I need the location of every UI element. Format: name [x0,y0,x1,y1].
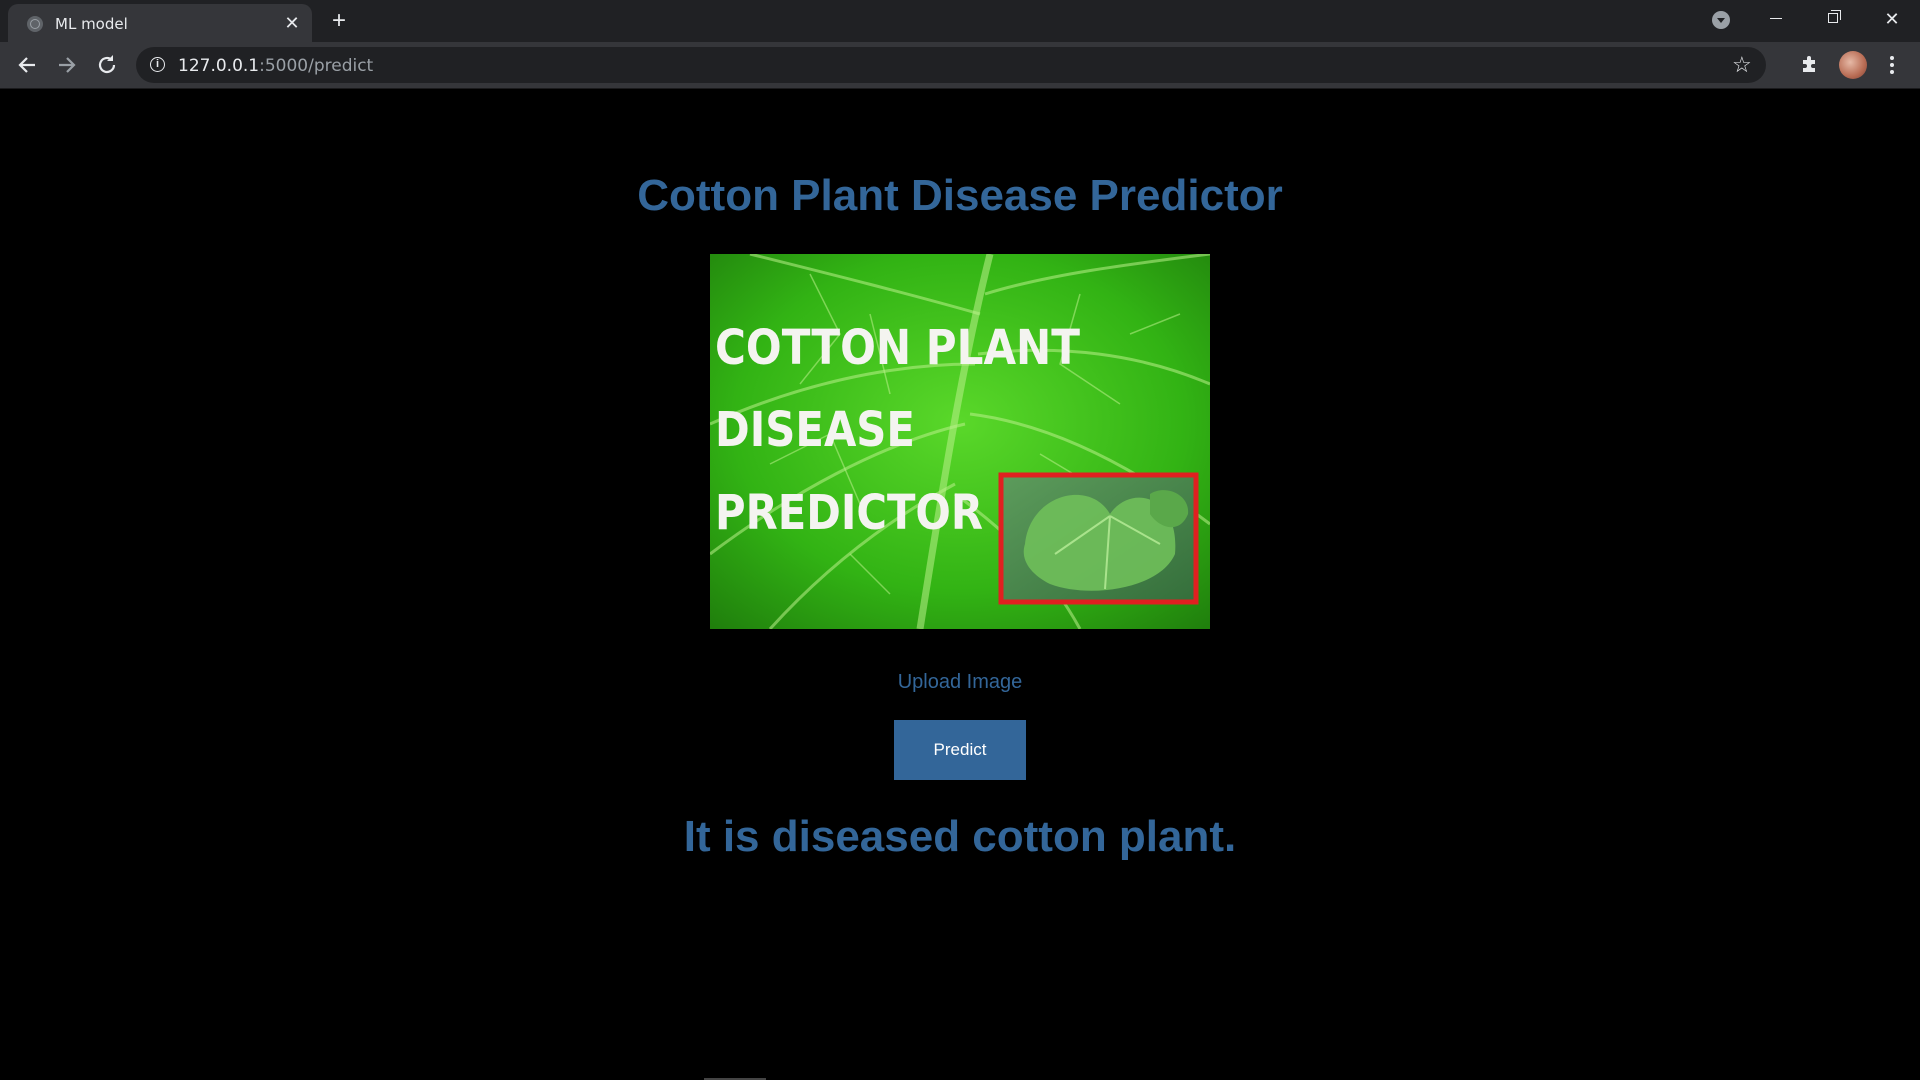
banner-image: COTTON PLANT DISEASE PREDICTOR [710,254,1210,629]
tab-search-icon[interactable] [1712,11,1730,29]
prediction-result: It is diseased cotton plant. [683,812,1237,861]
avatar[interactable] [1839,51,1867,79]
close-icon[interactable]: ✕ [282,13,302,33]
plus-icon[interactable]: + [326,8,352,34]
back-arrow-icon[interactable] [11,49,43,81]
restore-icon[interactable] [1806,0,1862,38]
predict-button[interactable]: Predict [894,720,1026,780]
url-text: 127.0.0.1:5000/predict [178,56,373,76]
star-icon[interactable]: ☆ [1732,51,1752,79]
globe-icon [27,16,43,32]
browser-toolbar: i 127.0.0.1:5000/predict ☆ [0,42,1920,89]
banner-text-line-2: DISEASE [715,402,915,458]
puzzle-icon[interactable] [1800,54,1820,74]
url-host: 127.0.0.1 [178,56,260,76]
tab-title: ML model [55,15,128,33]
banner-text-line-3: PREDICTOR [715,485,983,541]
info-icon[interactable]: i [150,57,165,72]
url-path: :5000/predict [259,56,374,76]
banner-text-line-1: COTTON PLANT [715,320,1080,376]
browser-window: ML model ✕ + ✕ i 127.0.0.1:5000/predict … [0,0,1920,1080]
window-close-icon[interactable]: ✕ [1864,0,1920,38]
page-title: Cotton Plant Disease Predictor [637,171,1283,220]
minimize-icon[interactable] [1748,0,1804,38]
address-bar[interactable]: i 127.0.0.1:5000/predict ☆ [136,47,1766,83]
reload-icon[interactable] [91,49,123,81]
tab-strip: ML model ✕ + ✕ [0,0,1920,42]
kebab-menu-icon[interactable] [1882,50,1902,80]
forward-arrow-icon[interactable] [51,49,83,81]
tab-ml-model[interactable]: ML model ✕ [8,4,312,42]
page-content: Cotton Plant Disease Predictor COTTON PL… [0,89,1920,1080]
upload-image-link[interactable]: Upload Image [0,671,1920,694]
